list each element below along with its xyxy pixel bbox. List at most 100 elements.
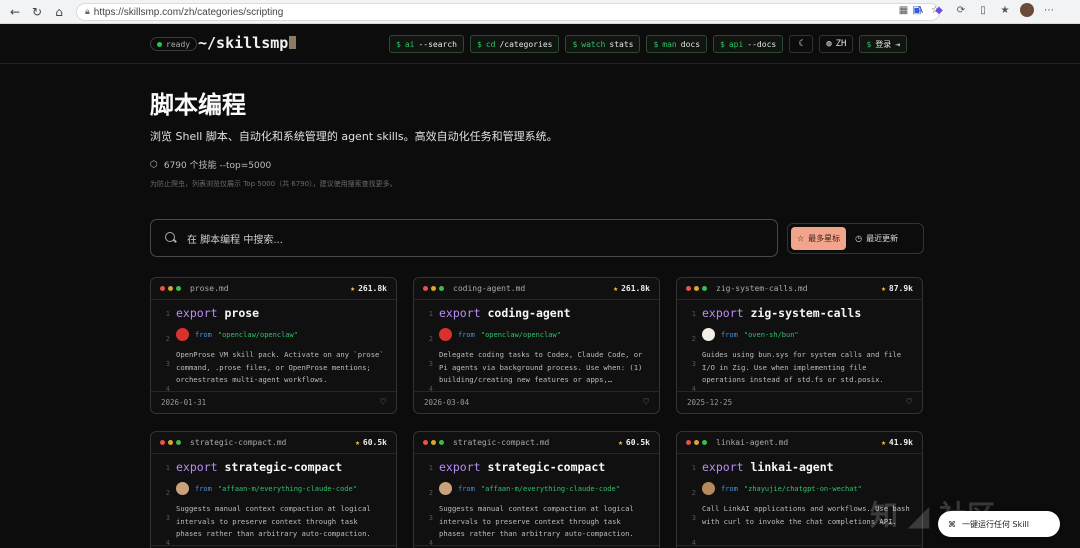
profile-avatar[interactable]	[1020, 3, 1034, 17]
clock-icon: ◷	[855, 234, 863, 243]
export-keyword: export	[702, 306, 744, 320]
back-icon[interactable]: ←	[4, 1, 26, 23]
star-count: 261.8k	[621, 284, 650, 293]
terminal-icon: ⌘	[948, 519, 956, 529]
ai-search-button[interactable]: $ ai --search	[389, 35, 464, 53]
split-screen-icon[interactable]: ▯	[976, 3, 990, 17]
sort-most-stars-button[interactable]: ☆ 最多星标	[791, 227, 847, 250]
card-title: export prose	[176, 306, 387, 320]
window-dot-yellow	[168, 440, 173, 445]
prompt-symbol: $	[572, 39, 578, 49]
card-filename: prose.md	[190, 284, 229, 293]
repo-name[interactable]: "openclaw/openclaw"	[218, 331, 298, 339]
card-body: 1 2 3 4 export strategic-compact from "affaan-…	[151, 454, 396, 547]
window-dot-yellow	[168, 286, 173, 291]
favorite-heart-icon[interactable]: ♡	[380, 397, 386, 408]
cmd-keyword: watch	[581, 39, 606, 49]
favorites-icon[interactable]: ★	[998, 3, 1012, 17]
card-footer: 2026-03-04 ♡	[414, 391, 659, 413]
skill-card[interactable]: strategic-compact.md ★ 60.5k 1 2 3 4 export str…	[150, 431, 397, 548]
categories-button[interactable]: $ cd/categories	[470, 35, 560, 53]
favorite-heart-icon[interactable]: ♡	[643, 397, 649, 408]
card-stars: ★ 60.5k	[355, 438, 387, 447]
cmd-arg: docs	[680, 39, 701, 49]
language-label: ZH	[835, 39, 847, 49]
repo-avatar	[439, 482, 452, 495]
export-keyword: export	[439, 306, 481, 320]
skill-card[interactable]: coding-agent.md ★ 261.8k 1 2 3 4 export coding-…	[413, 277, 660, 414]
star-count: 87.9k	[888, 284, 913, 293]
card-header: strategic-compact.md ★ 60.5k	[414, 432, 659, 454]
window-dot-yellow	[431, 440, 436, 445]
stats-button[interactable]: $ watch stats	[565, 35, 641, 53]
card-title: export linkai-agent	[702, 460, 913, 474]
card-summary: Delegate coding tasks to Codex, Claude C…	[439, 350, 643, 384]
card-filename: coding-agent.md	[453, 284, 526, 293]
star-icon: ★	[618, 438, 623, 447]
window-dot-green	[702, 440, 707, 445]
search-icon	[165, 232, 177, 244]
extension-icon-2[interactable]: ◆	[932, 3, 946, 17]
skill-count-text: 6790 个技能 --top=5000	[163, 161, 272, 171]
export-keyword: export	[176, 306, 218, 320]
window-dot-green	[439, 286, 444, 291]
card-stars: ★ 41.9k	[881, 438, 913, 447]
card-header: prose.md ★ 261.8k	[151, 278, 396, 300]
from-keyword: from	[458, 484, 475, 493]
skill-card[interactable]: strategic-compact.md ★ 60.5k 1 2 3 4 export str…	[413, 431, 660, 548]
login-button[interactable]: $ 登录 ⇥	[859, 35, 908, 53]
more-icon[interactable]: ⋯	[1042, 3, 1056, 17]
skill-card[interactable]: zig-system-calls.md ★ 87.9k 1 2 3 4 export zig-…	[676, 277, 923, 414]
search-input[interactable]: 在 脚本编程 中搜索...	[150, 219, 778, 257]
run-skill-label: 一键运行任何 Skill	[962, 519, 1029, 529]
skill-count: ⬡ 6790 个技能 --top=5000	[150, 158, 272, 172]
repo-name[interactable]: "zhayujie/chatgpt-on-wechat"	[744, 485, 862, 493]
repo-avatar	[702, 328, 715, 341]
reload-icon[interactable]: ↻	[26, 1, 48, 23]
run-skill-button[interactable]: ⌘ 一键运行任何 Skill	[938, 511, 1060, 537]
api-docs-button[interactable]: $ api --docs	[713, 35, 784, 53]
address-bar[interactable]: 🔒︎ https://skillsmp.com/zh/categories/sc…	[76, 3, 940, 21]
repo-name[interactable]: "openclaw/openclaw"	[481, 331, 561, 339]
skill-name: prose	[224, 306, 260, 320]
repo-name[interactable]: "affaan-m/everything-claude-code"	[218, 485, 357, 493]
cmd-arg: --docs	[747, 39, 777, 49]
grid-icon[interactable]: ▦	[899, 5, 908, 16]
line-numbers: 1234	[165, 310, 170, 393]
prompt-symbol: $	[477, 39, 482, 49]
crawl-note: 为防止爬虫，列表浏览仅展示 Top 5000（共 6790），建议使用搜索查找更…	[150, 180, 397, 188]
card-body: 1 2 3 4 export prose from "openclaw/openclaw" O…	[151, 300, 396, 393]
extension-icon-1[interactable]: ▣	[910, 3, 924, 17]
card-title: export strategic-compact	[439, 460, 650, 474]
skill-card[interactable]: prose.md ★ 261.8k 1 2 3 4 export prose from "open…	[150, 277, 397, 414]
card-stars: ★ 87.9k	[881, 284, 913, 293]
home-icon[interactable]: ⌂	[48, 1, 70, 23]
window-dot-red	[160, 286, 165, 291]
star-icon: ★	[881, 284, 886, 293]
export-keyword: export	[176, 460, 218, 474]
star-icon: ★	[350, 284, 356, 293]
star-count: 60.5k	[625, 438, 650, 447]
repo-name[interactable]: "affaan-m/everything-claude-code"	[481, 485, 620, 493]
star-icon: ★	[355, 438, 360, 447]
line-numbers: 1234	[691, 464, 696, 547]
prompt-symbol: $	[396, 39, 401, 49]
repo-name[interactable]: "oven-sh/bun"	[744, 331, 799, 339]
card-filename: linkai-agent.md	[716, 438, 789, 447]
card-footer: 2025-12-25 ♡	[677, 391, 922, 413]
status-dot	[157, 41, 162, 47]
language-button[interactable]: ◍ ZH	[819, 35, 854, 53]
cmd-keyword: api	[728, 39, 744, 49]
line-numbers: 1234	[428, 310, 433, 393]
extension-icon-3[interactable]: ⟳	[954, 3, 968, 17]
window-dot-red	[686, 286, 691, 291]
docs-button[interactable]: $ man docs	[646, 35, 708, 53]
repo-avatar	[439, 328, 452, 341]
card-summary: Suggests manual context compaction at lo…	[439, 504, 634, 538]
favorite-heart-icon[interactable]: ♡	[906, 397, 912, 408]
site-logo[interactable]: ~/skillsmp	[198, 34, 297, 52]
sort-recent-button[interactable]: ◷ 最近更新	[849, 227, 904, 250]
search-placeholder: 在 脚本编程 中搜索...	[187, 234, 283, 246]
theme-toggle-button[interactable]: ☾	[789, 35, 814, 53]
page-title: 脚本编程	[150, 91, 246, 119]
